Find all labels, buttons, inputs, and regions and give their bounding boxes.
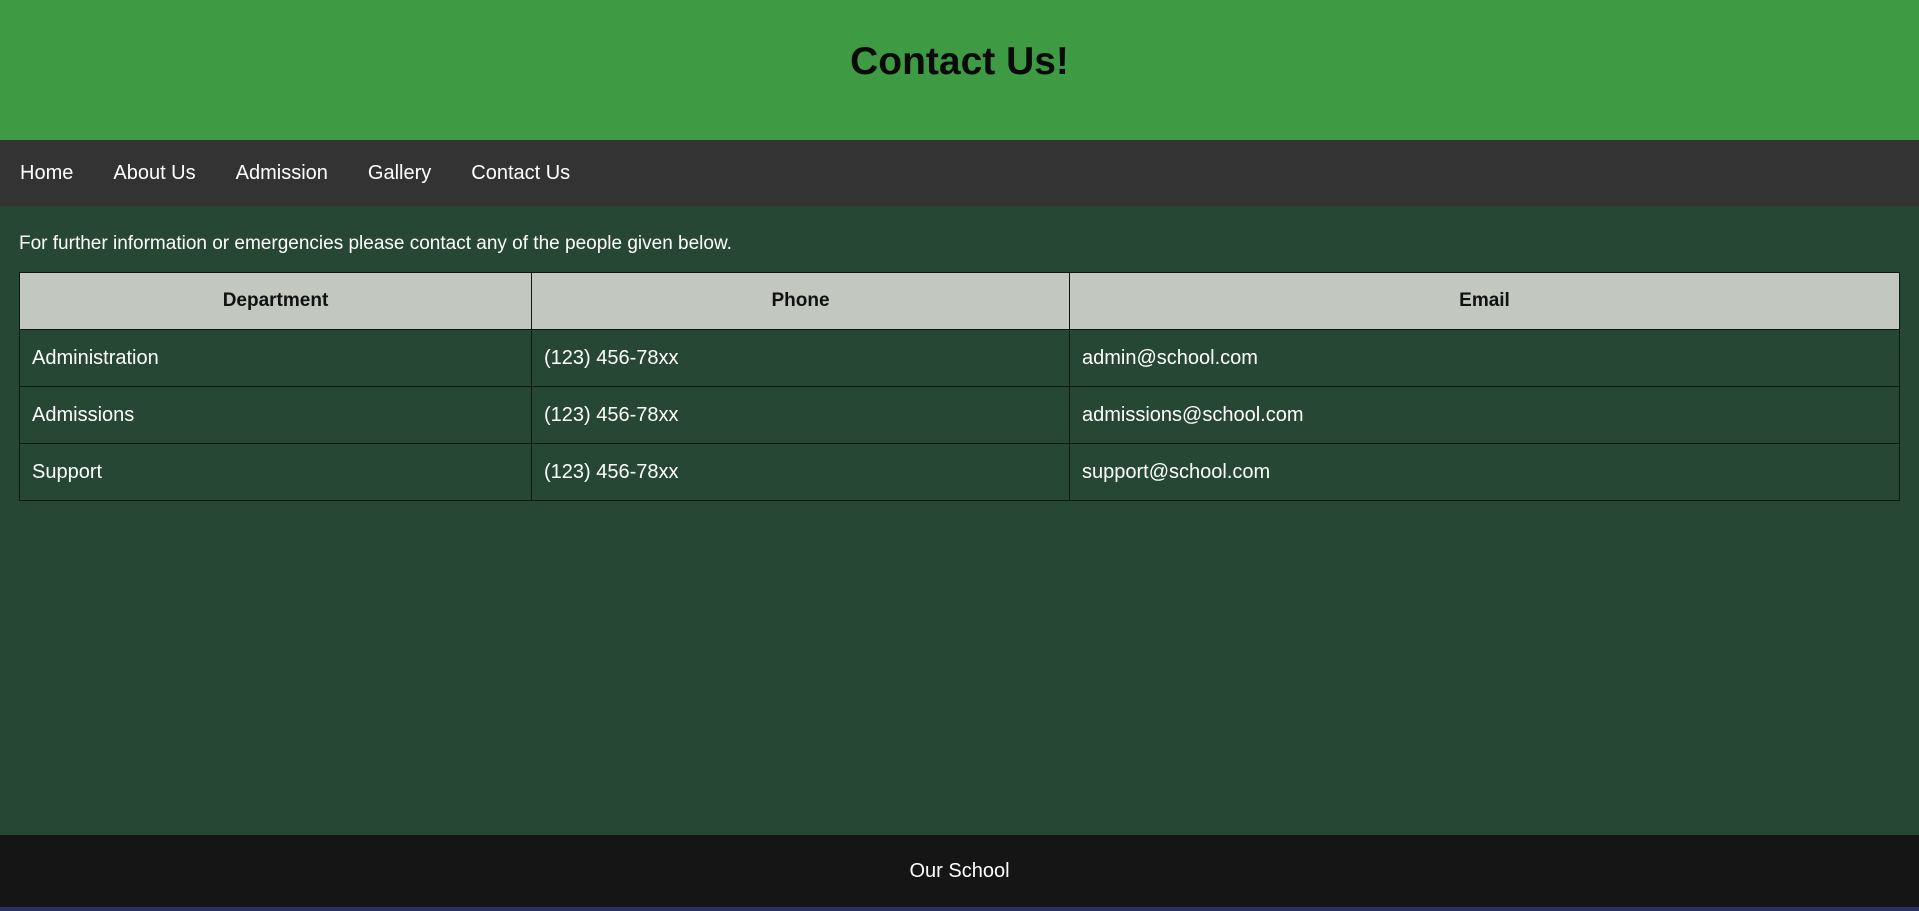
department-cell: Admissions [19, 386, 532, 444]
phone-cell: (123) 456-78xx [531, 329, 1070, 387]
nav-item-home[interactable]: Home [20, 162, 73, 185]
main-nav: Home About Us Admission Gallery Contact … [0, 140, 1919, 206]
phone-cell: (123) 456-78xx [531, 386, 1070, 444]
department-cell: Administration [19, 329, 532, 387]
page-title: Contact Us! [850, 40, 1069, 83]
email-cell: admin@school.com [1069, 329, 1900, 387]
column-header-department: Department [19, 272, 532, 330]
nav-item-admission[interactable]: Admission [236, 162, 328, 185]
column-header-email: Email [1069, 272, 1900, 330]
table-row: Administration (123) 456-78xx admin@scho… [19, 329, 1900, 387]
column-header-phone: Phone [531, 272, 1070, 330]
page-footer: Our School [0, 835, 1919, 911]
main-content: For further information or emergencies p… [0, 230, 1919, 501]
table-header-row: Department Phone Email [19, 272, 1900, 330]
table-row: Support (123) 456-78xx support@school.co… [19, 443, 1900, 501]
nav-item-gallery[interactable]: Gallery [368, 162, 431, 185]
department-cell: Support [19, 443, 532, 501]
footer-text: Our School [909, 859, 1010, 882]
email-cell: admissions@school.com [1069, 386, 1900, 444]
phone-cell: (123) 456-78xx [531, 443, 1070, 501]
page-header: Contact Us! [0, 0, 1919, 140]
nav-item-contact-us[interactable]: Contact Us [471, 162, 570, 185]
nav-item-about-us[interactable]: About Us [113, 162, 195, 185]
intro-text: For further information or emergencies p… [19, 233, 732, 254]
email-cell: support@school.com [1069, 443, 1900, 501]
table-row: Admissions (123) 456-78xx admissions@sch… [19, 386, 1900, 444]
contact-table: Department Phone Email Administration (1… [19, 272, 1900, 501]
